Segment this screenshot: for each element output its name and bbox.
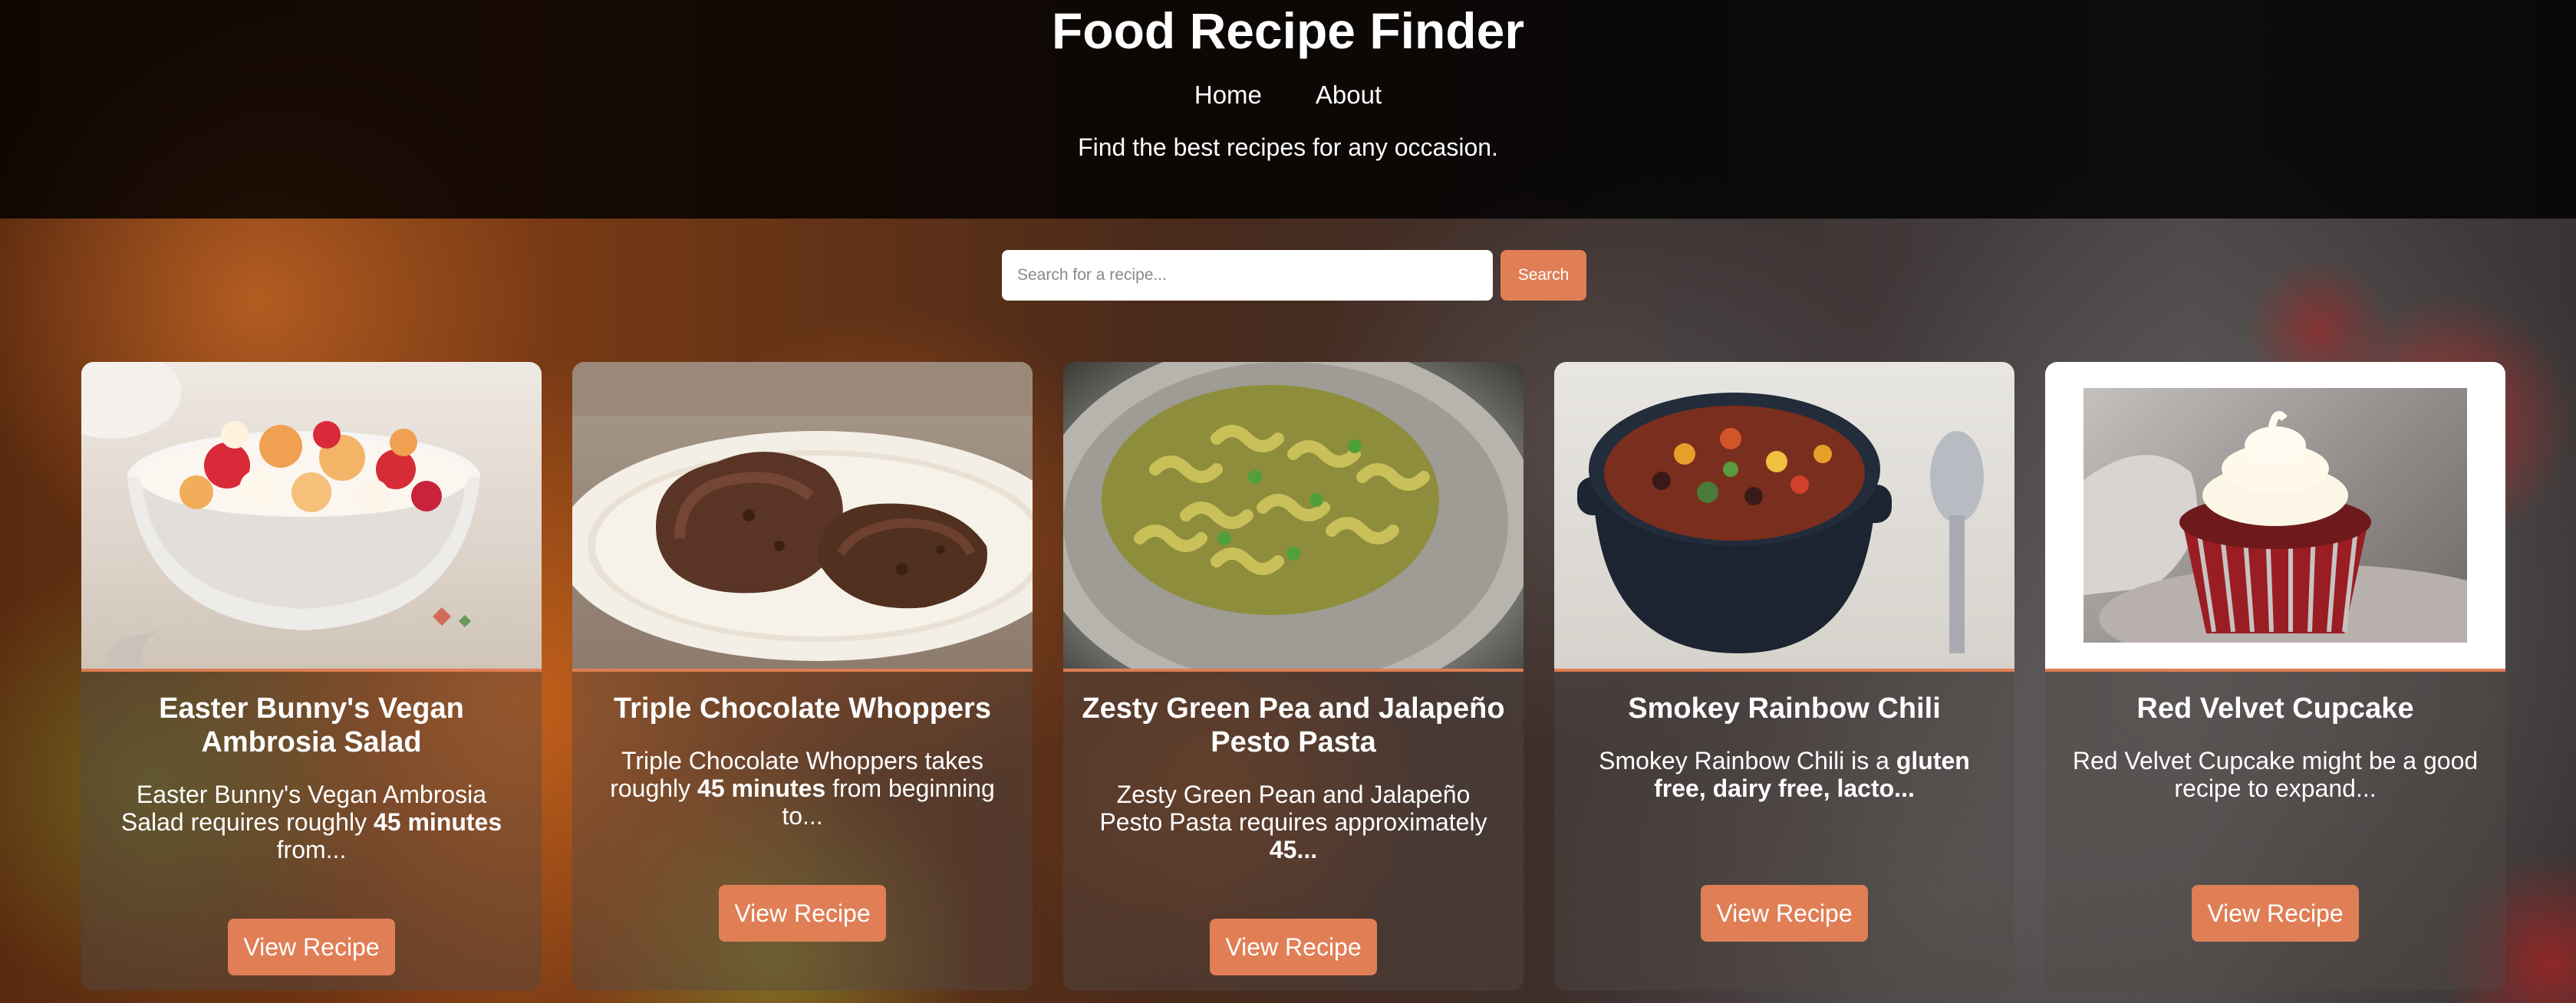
- recipe-title: Red Velvet Cupcake: [2136, 692, 2414, 725]
- recipe-image-chocolate-cookies: [572, 362, 1033, 672]
- main-nav: Home About: [0, 80, 2576, 110]
- recipe-image-ambrosia-salad: [81, 362, 542, 672]
- recipe-description: Easter Bunny's Vegan Ambrosia Salad requ…: [120, 781, 502, 863]
- recipe-image-pesto-pasta: [1063, 362, 1524, 672]
- view-recipe-button[interactable]: View Recipe: [719, 885, 886, 942]
- recipe-title: Triple Chocolate Whoppers: [614, 692, 991, 725]
- recipe-card-list: Easter Bunny's Vegan Ambrosia Salad East…: [81, 362, 2505, 991]
- recipe-image-rainbow-chili: [1554, 362, 2014, 672]
- site-tagline: Find the best recipes for any occasion.: [1078, 133, 1498, 161]
- view-recipe-button[interactable]: View Recipe: [1701, 885, 1868, 942]
- recipe-card: Red Velvet Cupcake Red Velvet Cupcake mi…: [2045, 362, 2505, 991]
- search-bar: Search: [1002, 250, 1586, 301]
- recipe-image-red-velvet-cupcake: [2045, 362, 2505, 672]
- recipe-title: Easter Bunny's Vegan Ambrosia Salad: [159, 692, 464, 758]
- view-recipe-button[interactable]: View Recipe: [1210, 919, 1377, 975]
- recipe-title: Zesty Green Pea and Jalapeño Pesto Pasta: [1082, 692, 1505, 758]
- recipe-title: Smokey Rainbow Chili: [1628, 692, 1941, 725]
- recipe-card: Triple Chocolate Whoppers Triple Chocola…: [572, 362, 1033, 991]
- recipe-card: Easter Bunny's Vegan Ambrosia Salad East…: [81, 362, 542, 991]
- search-button[interactable]: Search: [1500, 250, 1586, 301]
- recipe-description: Smokey Rainbow Chili is a gluten free, d…: [1599, 747, 1970, 802]
- view-recipe-button[interactable]: View Recipe: [2192, 885, 2359, 942]
- recipe-card: Zesty Green Pea and Jalapeño Pesto Pasta…: [1063, 362, 1524, 991]
- site-title: Food Recipe Finder: [1051, 2, 1525, 59]
- recipe-description: Red Velvet Cupcake might be a good recip…: [2072, 747, 2479, 802]
- nav-about-link[interactable]: About: [1316, 80, 1382, 110]
- recipe-description: Zesty Green Pean and Jalapeño Pesto Past…: [1099, 781, 1487, 863]
- site-header: Food Recipe Finder Home About Find the b…: [0, 0, 2576, 219]
- recipe-description: Triple Chocolate Whoppers takes roughly …: [610, 747, 995, 830]
- nav-home-link[interactable]: Home: [1194, 80, 1262, 110]
- view-recipe-button[interactable]: View Recipe: [228, 919, 395, 975]
- recipe-card: Smokey Rainbow Chili Smokey Rainbow Chil…: [1554, 362, 2014, 991]
- search-input[interactable]: [1002, 250, 1493, 301]
